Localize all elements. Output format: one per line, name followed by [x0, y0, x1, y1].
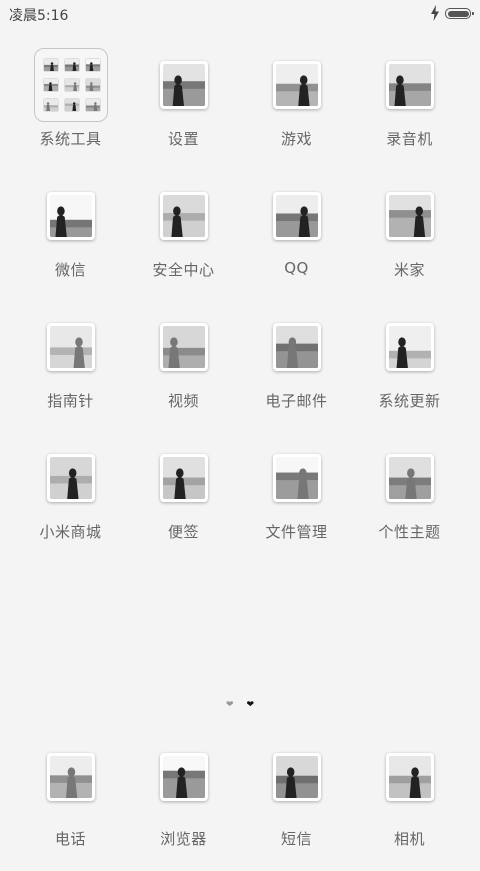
bolt-icon [431, 5, 439, 21]
app-compass[interactable]: 指南针 [14, 310, 127, 441]
app-label: 系统更新 [378, 392, 441, 410]
photo-icon [385, 323, 434, 371]
folder-thumb-icon [85, 99, 100, 111]
app-themes[interactable]: 个性主题 [353, 441, 466, 572]
folder-icon [33, 48, 108, 122]
photo-icon [46, 192, 95, 240]
app-label: 浏览器 [160, 830, 207, 848]
app-mi-store[interactable]: 小米商城 [14, 441, 127, 572]
app-label: 录音机 [386, 130, 433, 148]
photo-icon [385, 192, 434, 240]
folder-thumb-icon [64, 99, 79, 111]
app-qq[interactable]: QQ [240, 179, 353, 310]
folder-thumb-icon [64, 59, 79, 71]
app-label: 个性主题 [378, 523, 441, 541]
folder-thumb-icon [85, 59, 100, 71]
app-system-update[interactable]: 系统更新 [353, 310, 466, 441]
app-row: 小米商城 便签 文件管理 个性主题 [14, 441, 466, 572]
photo-icon [46, 323, 95, 371]
app-browser[interactable]: 浏览器 [127, 740, 240, 871]
app-label: 安全中心 [152, 261, 215, 279]
photo-icon [272, 192, 321, 240]
app-label: 相机 [393, 830, 425, 848]
app-game[interactable]: 游戏 [240, 48, 353, 179]
app-system-tools-folder[interactable]: 系统工具 [14, 48, 127, 179]
battery-full-icon [445, 8, 474, 19]
app-label: 小米商城 [39, 523, 102, 541]
app-wechat[interactable]: 微信 [14, 179, 127, 310]
app-camera[interactable]: 相机 [353, 740, 466, 871]
photo-icon [272, 61, 321, 109]
app-security-center[interactable]: 安全中心 [127, 179, 240, 310]
folder-thumb-icon [64, 79, 79, 91]
app-label: 电话 [54, 830, 86, 848]
photo-icon [272, 753, 321, 801]
folder-thumb-icon [43, 79, 58, 91]
app-label: 系统工具 [39, 130, 102, 148]
page-dot-current[interactable]: ❤ [246, 700, 254, 710]
app-mijia[interactable]: 米家 [353, 179, 466, 310]
app-label: 微信 [54, 261, 86, 279]
app-row: 系统工具 设置 游戏 录音机 [14, 48, 466, 179]
photo-icon [385, 61, 434, 109]
photo-icon [385, 454, 434, 502]
app-label: 设置 [167, 130, 199, 148]
photo-icon [385, 753, 434, 801]
dock-row: 电话 浏览器 短信 相机 [14, 740, 466, 871]
app-notes[interactable]: 便签 [127, 441, 240, 572]
dock: 电话 浏览器 短信 相机 [14, 740, 466, 871]
folder-frame [33, 48, 108, 122]
photo-icon [272, 323, 321, 371]
app-settings[interactable]: 设置 [127, 48, 240, 179]
page-dot[interactable]: ❤ [226, 700, 234, 710]
app-label: 视频 [167, 392, 199, 410]
photo-icon [272, 454, 321, 502]
app-label: 便签 [167, 523, 199, 541]
app-label: 短信 [280, 830, 312, 848]
photo-icon [159, 323, 208, 371]
page-indicator[interactable]: ❤ ❤ [0, 700, 480, 710]
status-time: 凌晨5:16 [9, 8, 69, 24]
app-label: 文件管理 [265, 523, 328, 541]
app-label: 电子邮件 [265, 392, 328, 410]
status-bar: 凌晨5:16 [0, 0, 480, 28]
app-video[interactable]: 视频 [127, 310, 240, 441]
app-label: 指南针 [47, 392, 94, 410]
folder-thumb-icon [85, 79, 100, 91]
app-label: 游戏 [280, 130, 312, 148]
app-row: 微信 安全中心 QQ 米家 [14, 179, 466, 310]
app-row: 指南针 视频 电子邮件 系统更新 [14, 310, 466, 441]
app-label: QQ [284, 259, 309, 277]
app-label: 米家 [393, 261, 425, 279]
photo-icon [159, 454, 208, 502]
app-grid: 系统工具 设置 游戏 录音机 微信 安全中心 QQ 米家 指南针 视频 电子邮件… [14, 48, 466, 572]
folder-thumb-icon [43, 59, 58, 71]
photo-icon [46, 753, 95, 801]
app-phone[interactable]: 电话 [14, 740, 127, 871]
app-email[interactable]: 电子邮件 [240, 310, 353, 441]
app-recorder[interactable]: 录音机 [353, 48, 466, 179]
folder-thumb-icon [43, 99, 58, 111]
photo-icon [46, 454, 95, 502]
photo-icon [159, 753, 208, 801]
photo-icon [159, 61, 208, 109]
app-file-manager[interactable]: 文件管理 [240, 441, 353, 572]
photo-icon [159, 192, 208, 240]
app-messages[interactable]: 短信 [240, 740, 353, 871]
